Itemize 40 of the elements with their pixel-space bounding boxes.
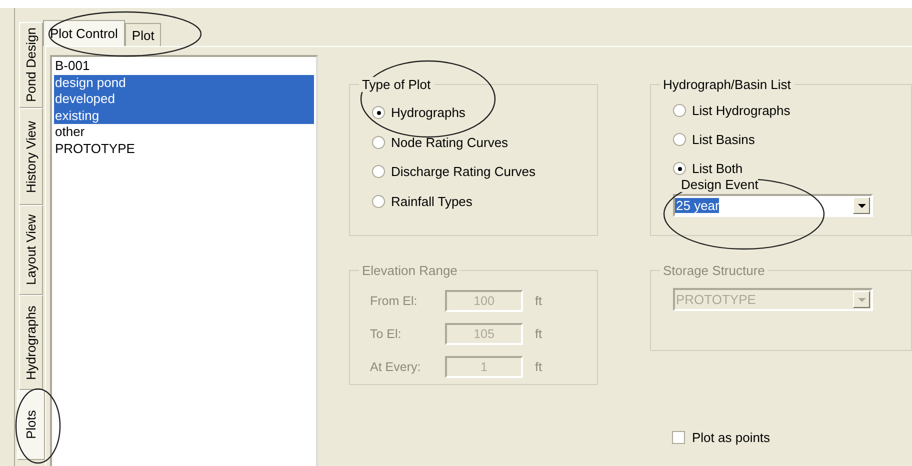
side-tab[interactable]: Pond Design — [19, 22, 43, 108]
radio-label[interactable]: Rainfall Types — [391, 194, 472, 209]
radio-label[interactable]: Hydrographs — [391, 105, 466, 120]
radio-label[interactable]: Node Rating Curves — [391, 134, 508, 150]
list-item[interactable]: other — [54, 124, 314, 140]
unit-label: ft — [535, 326, 542, 340]
list-item[interactable]: existing — [54, 108, 314, 124]
radio-button[interactable] — [372, 165, 385, 178]
unit-label: ft — [535, 294, 542, 308]
caret-icon — [858, 204, 866, 208]
list-item[interactable]: developed — [54, 91, 314, 108]
radio-button[interactable] — [673, 133, 686, 146]
radio-button[interactable] — [673, 162, 686, 175]
list-item[interactable]: design pond — [54, 74, 314, 91]
radio-button[interactable] — [372, 136, 385, 149]
side-tab[interactable]: Hydrographs — [19, 295, 43, 390]
radio-label[interactable]: List Basins — [692, 132, 755, 147]
field-label: At Every: — [370, 360, 422, 374]
radio-label[interactable]: List Hydrographs — [692, 103, 790, 118]
radio-button[interactable] — [372, 194, 385, 208]
list-item[interactable]: PROTOTYPE — [54, 140, 314, 157]
unit-label: ft — [535, 360, 542, 374]
side-tab[interactable]: Plots — [17, 390, 45, 460]
group-title: Type of Plot — [359, 77, 434, 92]
dropdown[interactable]: 25 year — [673, 194, 873, 217]
checkbox-label[interactable]: Plot as points — [692, 430, 770, 445]
list-item[interactable]: B-001 — [54, 58, 314, 74]
radio-button[interactable] — [372, 106, 385, 120]
radio-button[interactable] — [673, 104, 686, 117]
side-tab[interactable]: Layout View — [19, 205, 43, 295]
tab[interactable]: Plot Control — [43, 20, 125, 46]
radio-label[interactable]: List Both — [692, 161, 743, 176]
field-label: Design Event — [681, 177, 758, 192]
side-tab[interactable]: History View — [19, 108, 43, 205]
radio-label[interactable]: Discharge Rating Curves — [391, 164, 536, 180]
field-label: To El: — [370, 326, 402, 340]
caret-icon — [858, 298, 866, 302]
field-label: From El: — [370, 294, 418, 308]
checkbox[interactable] — [672, 431, 685, 444]
tab[interactable]: Plot — [124, 23, 162, 46]
